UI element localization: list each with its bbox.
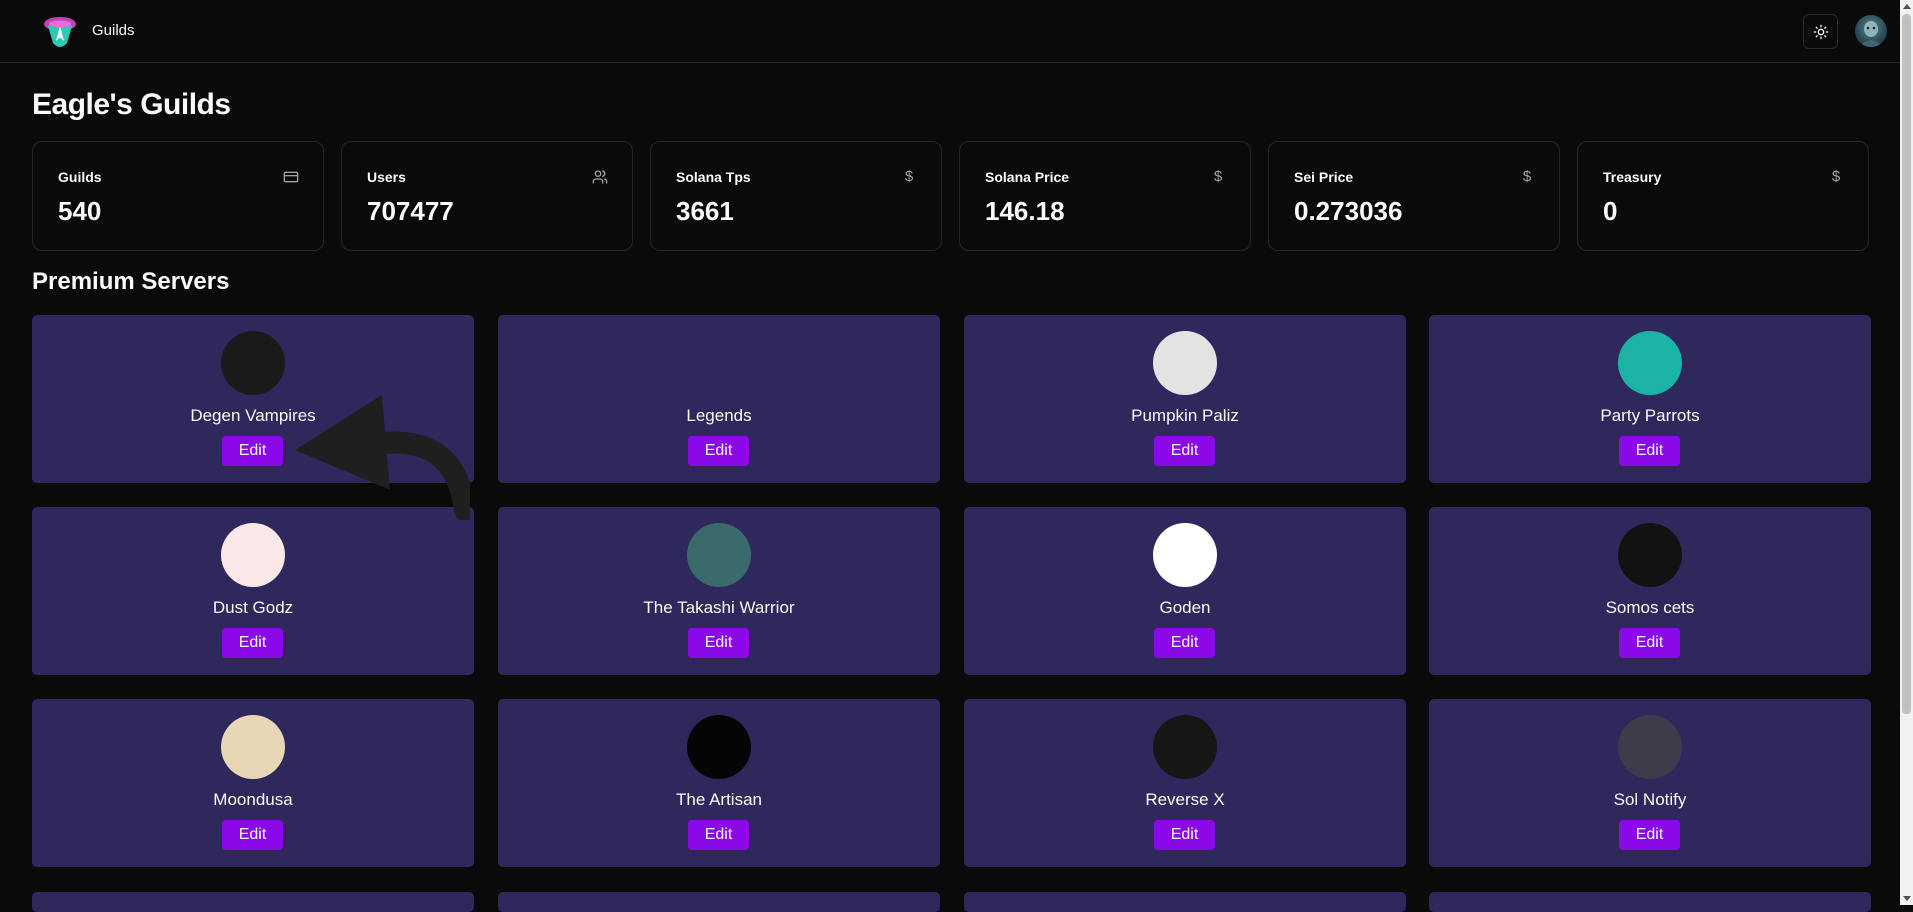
stat-label: Users: [367, 169, 406, 185]
nav-guilds-link[interactable]: Guilds: [92, 22, 135, 39]
stat-card-guilds: Guilds 540: [32, 141, 324, 251]
edit-button[interactable]: Edit: [222, 820, 283, 850]
stat-label: Guilds: [58, 169, 102, 185]
edit-button[interactable]: Edit: [688, 436, 749, 466]
edit-button[interactable]: Edit: [1619, 820, 1680, 850]
server-name: Legends: [686, 406, 752, 425]
server-card-partial: [1429, 892, 1871, 912]
theme-toggle-button[interactable]: [1803, 14, 1838, 49]
users-icon: [592, 170, 608, 184]
server-name: Pumpkin Paliz: [1131, 406, 1239, 425]
server-card: Pumpkin Paliz Edit: [964, 315, 1406, 483]
server-name: Somos cets: [1605, 598, 1695, 617]
server-avatar: [1153, 331, 1217, 395]
edit-button[interactable]: Edit: [222, 436, 283, 466]
server-name: Dust Godz: [212, 598, 294, 617]
stat-value: 540: [58, 196, 102, 226]
server-card: The Takashi Warrior Edit: [498, 507, 940, 675]
stat-card-solana-price: Solana Price 146.18 $: [959, 141, 1251, 251]
stat-label: Solana Tps: [676, 169, 751, 185]
edit-button[interactable]: Edit: [688, 628, 749, 658]
server-avatar: [1618, 331, 1682, 395]
scroll-up-arrow-icon[interactable]: [1903, 4, 1911, 9]
server-card: Somos cets Edit: [1429, 507, 1871, 675]
app-logo-icon[interactable]: [40, 12, 80, 52]
stat-label: Sei Price: [1294, 169, 1354, 185]
sun-icon: [1813, 24, 1828, 39]
server-name: Party Parrots: [1600, 406, 1700, 425]
user-avatar[interactable]: [1855, 15, 1887, 47]
server-avatar: [1153, 715, 1217, 779]
dollar-icon: $: [1213, 168, 1223, 185]
server-card: Degen Vampires Edit: [32, 315, 474, 483]
server-avatar: [687, 523, 751, 587]
edit-button[interactable]: Edit: [1154, 820, 1215, 850]
server-name: Sol Notify: [1613, 790, 1687, 809]
server-avatar: [221, 523, 285, 587]
server-avatar: [1618, 715, 1682, 779]
stat-value: 0.273036: [1294, 196, 1403, 226]
stat-card-treasury: Treasury 0 $: [1577, 141, 1869, 251]
stat-card-solana-tps: Solana Tps 3661 $: [650, 141, 942, 251]
stat-value: 707477: [367, 196, 454, 226]
scrollbar-thumb[interactable]: [1902, 14, 1911, 714]
dollar-icon: $: [1522, 168, 1532, 185]
stat-card-users: Users 707477: [341, 141, 633, 251]
stat-value: 0: [1603, 196, 1618, 226]
scroll-down-arrow-icon[interactable]: [1903, 896, 1911, 901]
edit-button[interactable]: Edit: [1154, 436, 1215, 466]
stat-label: Solana Price: [985, 169, 1070, 185]
server-name: Reverse X: [1145, 790, 1225, 809]
server-card: Party Parrots Edit: [1429, 315, 1871, 483]
server-card-partial: [964, 892, 1406, 912]
dollar-icon: $: [904, 168, 914, 185]
server-avatar: [221, 715, 285, 779]
server-avatar: [1153, 523, 1217, 587]
server-card: Moondusa Edit: [32, 699, 474, 867]
server-card: Sol Notify Edit: [1429, 699, 1871, 867]
page-scrollbar[interactable]: [1900, 0, 1913, 905]
server-card: The Artisan Edit: [498, 699, 940, 867]
stat-label: Treasury: [1603, 169, 1662, 185]
server-name: Degen Vampires: [190, 406, 316, 425]
server-card: Legends Edit: [498, 315, 940, 483]
section-title: Premium Servers: [32, 268, 230, 295]
server-card: Reverse X Edit: [964, 699, 1406, 867]
edit-button[interactable]: Edit: [1619, 436, 1680, 466]
edit-button[interactable]: Edit: [1154, 628, 1215, 658]
credit-card-icon: [283, 171, 299, 183]
edit-button[interactable]: Edit: [1619, 628, 1680, 658]
server-card: Dust Godz Edit: [32, 507, 474, 675]
edit-button[interactable]: Edit: [688, 820, 749, 850]
server-avatar: [687, 331, 751, 395]
server-card: Goden Edit: [964, 507, 1406, 675]
server-card-partial: [32, 892, 474, 912]
stat-card-sei-price: Sei Price 0.273036 $: [1268, 141, 1560, 251]
server-name: The Artisan: [676, 790, 762, 809]
top-navbar: Guilds: [0, 0, 1900, 63]
server-avatar: [221, 331, 285, 395]
server-name: Moondusa: [213, 790, 293, 809]
page-title: Eagle's Guilds: [32, 88, 231, 121]
server-name: Goden: [1159, 598, 1211, 617]
dollar-icon: $: [1831, 168, 1841, 185]
server-name: The Takashi Warrior: [643, 598, 795, 617]
edit-button[interactable]: Edit: [222, 628, 283, 658]
server-card-partial: [498, 892, 940, 912]
stat-value: 146.18: [985, 196, 1065, 226]
server-avatar: [687, 715, 751, 779]
stat-value: 3661: [676, 196, 734, 226]
server-avatar: [1618, 523, 1682, 587]
